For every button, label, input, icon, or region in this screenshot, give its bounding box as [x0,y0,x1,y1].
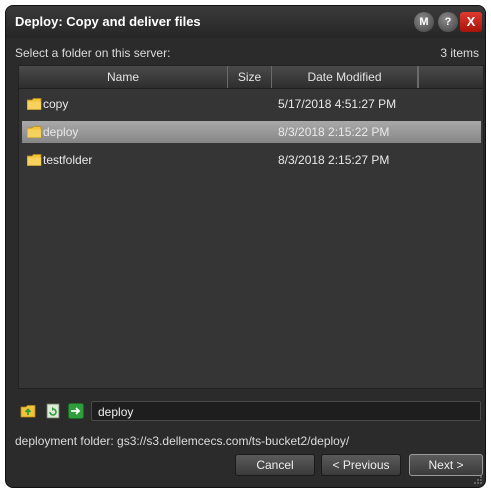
window-title: Deploy: Copy and deliver files [15,14,201,29]
item-count: 3 items [440,46,479,60]
folder-prompt: Select a folder on this server: [15,46,171,60]
item-name: copy [43,97,69,111]
cancel-button[interactable]: Cancel [235,454,315,476]
column-header-empty [418,66,485,88]
deployment-folder-path: deployment folder: gs3://s3.dellemcecs.c… [15,434,350,448]
item-name: testfolder [43,153,93,167]
help-button[interactable]: ? [438,12,458,32]
item-name: deploy [43,125,79,139]
path-bar: deploy [18,401,484,423]
list-header: Name Size Date Modified [19,66,483,89]
folder-icon [27,154,42,166]
previous-button[interactable]: < Previous [321,454,401,476]
close-button[interactable]: X [460,12,482,32]
item-date: 8/3/2018 2:15:22 PM [278,125,390,139]
m-button[interactable]: M [414,12,434,32]
path-input[interactable]: deploy [91,401,481,421]
next-button[interactable]: Next > [409,454,483,476]
list-item[interactable]: testfolder 8/3/2018 2:15:27 PM [22,149,481,171]
folder-up-icon[interactable] [20,403,36,419]
refresh-icon[interactable] [45,403,61,419]
deploy-dialog: Deploy: Copy and deliver files M ? X Sel… [5,5,486,488]
list-item[interactable]: copy 5/17/2018 4:51:27 PM [22,93,481,115]
column-header-name[interactable]: Name [19,66,228,88]
resize-grip-icon[interactable] [473,475,483,485]
column-header-size[interactable]: Size [228,66,272,88]
folder-icon [27,98,42,110]
column-header-date[interactable]: Date Modified [272,66,418,88]
file-list[interactable]: Name Size Date Modified copy 5/17/2018 4… [18,65,484,389]
title-bar[interactable]: Deploy: Copy and deliver files M ? X [6,6,485,38]
list-item-selected[interactable]: deploy 8/3/2018 2:15:22 PM [22,121,481,143]
folder-icon [27,126,42,138]
item-date: 8/3/2018 2:15:27 PM [278,153,390,167]
item-date: 5/17/2018 4:51:27 PM [278,97,397,111]
enter-icon[interactable] [68,403,84,419]
